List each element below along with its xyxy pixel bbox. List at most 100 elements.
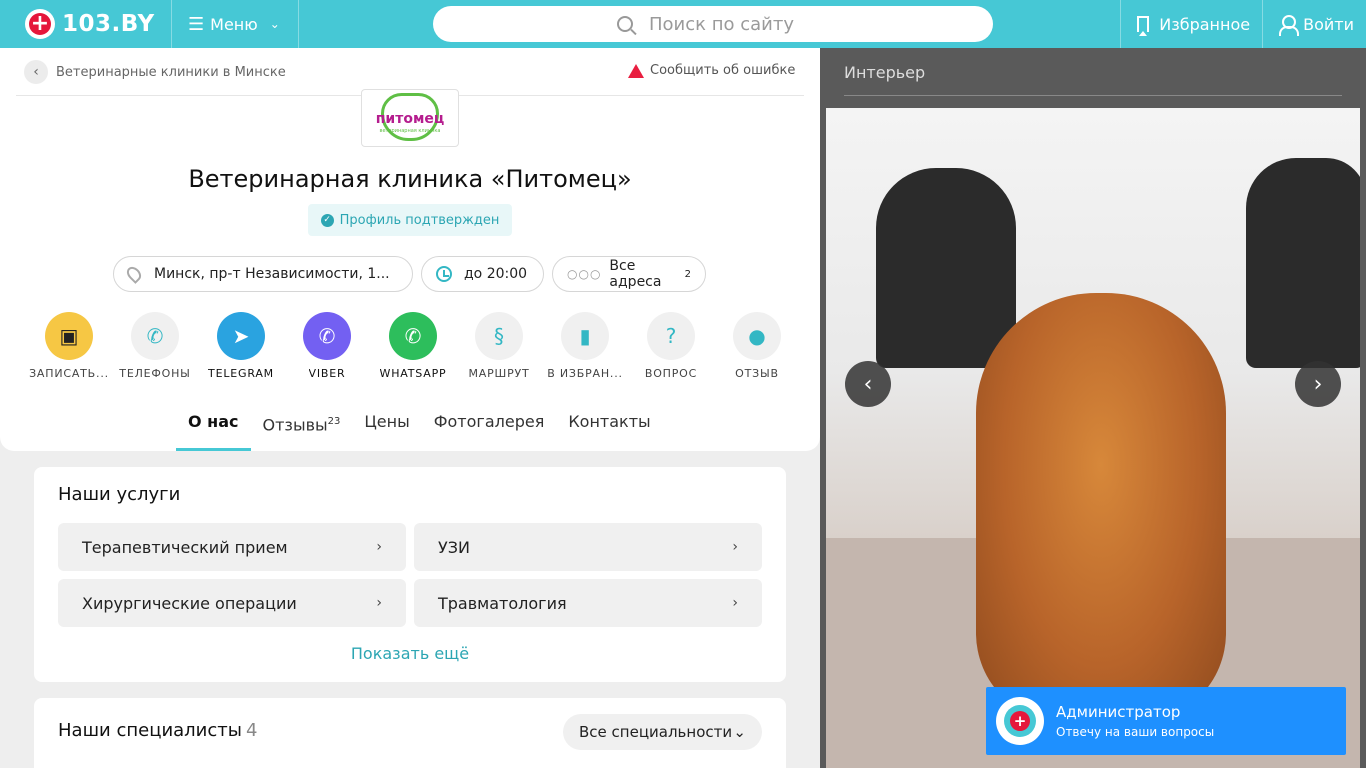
back-arrow-icon[interactable]: ‹ (24, 60, 48, 84)
menu-label: Меню (210, 14, 258, 34)
page-title: Ветеринарная клиника «Питомец» (188, 165, 632, 193)
avatar-ring: + (1004, 705, 1036, 737)
specialty-filter-label: Все специальности (579, 723, 733, 741)
telegram-button[interactable]: ➤ TELEGRAM (198, 312, 284, 380)
comment-icon: ● (733, 312, 781, 360)
menu-button[interactable]: ☰ Меню ⌄ (172, 0, 299, 48)
tab-contacts[interactable]: Контакты (556, 402, 662, 451)
report-error-label: Сообщить об ошибке (650, 63, 796, 78)
action-label: ОТЗЫВ (735, 367, 779, 380)
search-icon (617, 16, 633, 32)
specialists-card: Наши специалисты 4 Все специальности ⌄ (34, 698, 786, 768)
chat-text: Администратор Отвечу на ваши вопросы (1056, 703, 1214, 739)
tab-prices[interactable]: Цены (352, 402, 421, 451)
action-label: МАРШРУТ (468, 367, 530, 380)
header-actions: Избранное Войти (1120, 0, 1366, 48)
route-button[interactable]: § МАРШРУТ (456, 312, 542, 380)
top-header: 103.BY ☰ Меню ⌄ Избранное Войти (0, 0, 1366, 48)
favorites-button[interactable]: Избранное (1120, 0, 1262, 48)
service-item[interactable]: Терапевтический прием › (58, 523, 406, 571)
all-addresses-pill[interactable]: ○○○ Все адреса 2 (552, 256, 706, 292)
user-icon (1279, 15, 1300, 36)
book-appointment-button[interactable]: ▣ ЗАПИСАТЬ... (26, 312, 112, 380)
medical-cross-icon: + (1010, 711, 1030, 731)
tab-reviews[interactable]: Отзывы23 (251, 402, 353, 451)
service-item[interactable]: Травматология › (414, 579, 762, 627)
chevron-down-icon: ⌄ (733, 723, 746, 741)
telegram-icon: ➤ (217, 312, 265, 360)
tab-label: О нас (188, 412, 239, 431)
reviews-count: 23 (327, 416, 341, 427)
service-label: Терапевтический прием (82, 537, 288, 557)
next-photo-button[interactable]: › (1295, 361, 1341, 407)
viber-button[interactable]: ✆ VIBER (284, 312, 370, 380)
bookmark-icon: ▮ (561, 312, 609, 360)
specialty-filter-select[interactable]: Все специальности ⌄ (563, 714, 762, 750)
phones-button[interactable]: ✆ ТЕЛЕФОНЫ (112, 312, 198, 380)
hamburger-icon: ☰ (188, 13, 205, 35)
location-pin-icon (124, 264, 144, 284)
action-label: ТЕЛЕФОНЫ (119, 367, 191, 380)
question-button[interactable]: ? ВОПРОС (628, 312, 714, 380)
clock-icon (436, 266, 452, 282)
show-more-link[interactable]: Показать ещё (34, 644, 786, 663)
whatsapp-icon: ✆ (389, 312, 437, 360)
chevron-right-icon: › (376, 595, 382, 611)
service-label: УЗИ (438, 537, 470, 557)
avatar: + (996, 697, 1044, 745)
site-logo[interactable]: 103.BY (0, 0, 172, 48)
service-item[interactable]: УЗИ › (414, 523, 762, 571)
check-icon: ✓ (320, 213, 334, 227)
chevron-right-icon: › (1313, 371, 1323, 397)
services-card: Наши услуги Терапевтический прием › УЗИ … (34, 467, 786, 682)
phone-icon: ✆ (131, 312, 179, 360)
gallery-photo[interactable] (826, 108, 1360, 768)
specialists-title: Наши специалисты 4 (58, 720, 257, 741)
login-button[interactable]: Войти (1262, 0, 1366, 48)
question-icon: ? (647, 312, 695, 360)
chevron-right-icon: › (732, 595, 738, 611)
search-input[interactable] (649, 13, 809, 35)
hours-pill[interactable]: до 20:00 (421, 256, 544, 292)
action-label: ВОПРОС (644, 367, 698, 380)
tab-label: Контакты (568, 412, 651, 431)
prev-photo-button[interactable]: ‹ (845, 361, 891, 407)
action-buttons: ▣ ЗАПИСАТЬ... ✆ ТЕЛЕФОНЫ ➤ TELEGRAM ✆ VI… (26, 312, 800, 380)
tab-about[interactable]: О нас (176, 402, 251, 451)
clinic-logo-sub: ветеринарная клиника (379, 128, 441, 134)
search-bar[interactable] (433, 6, 993, 42)
gallery-title: Интерьер (844, 63, 926, 82)
info-pills: Минск, пр-т Независимости, 1... до 20:00… (113, 256, 706, 292)
photo-gallery: Интерьер ‹ › (820, 48, 1366, 768)
service-label: Травматология (438, 593, 567, 613)
verified-label: Профиль подтвержден (339, 212, 500, 228)
tab-label: Фотогалерея (433, 412, 545, 431)
clinic-logo-name: питомец (375, 111, 445, 127)
viber-icon: ✆ (303, 312, 351, 360)
tab-label: Отзывы (262, 415, 328, 435)
address-pill[interactable]: Минск, пр-т Независимости, 1... (113, 256, 413, 292)
breadcrumb[interactable]: ‹ Ветеринарные клиники в Минске (24, 60, 286, 84)
chevron-down-icon: ⌄ (269, 17, 280, 31)
whatsapp-button[interactable]: ✆ WHATSAPP (370, 312, 456, 380)
tab-label: Цены (364, 412, 410, 431)
medical-cross-icon (25, 9, 55, 39)
review-button[interactable]: ● ОТЗЫВ (714, 312, 800, 380)
tab-gallery[interactable]: Фотогалерея (422, 402, 557, 451)
cat-silhouette (876, 168, 1016, 368)
breadcrumb-label[interactable]: Ветеринарные клиники в Минске (56, 65, 286, 80)
report-error-link[interactable]: Сообщить об ошибке (628, 63, 795, 78)
specialists-title-text: Наши специалисты (58, 720, 242, 741)
chat-title: Администратор (1056, 703, 1181, 721)
service-item[interactable]: Хирургические операции › (58, 579, 406, 627)
add-to-favorites-button[interactable]: ▮ В ИЗБРАН... (542, 312, 628, 380)
specialists-count: 4 (245, 720, 258, 741)
chevron-right-icon: › (376, 539, 382, 555)
section-tabs: О нас Отзывы23 Цены Фотогалерея Контакты (176, 402, 663, 451)
chevron-left-icon: ‹ (863, 371, 873, 397)
chat-widget[interactable]: + Администратор Отвечу на ваши вопросы (986, 687, 1346, 755)
divider (844, 95, 1342, 96)
favorites-label: Избранное (1159, 14, 1251, 34)
calendar-icon: ▣ (45, 312, 93, 360)
bookmark-icon (1137, 16, 1150, 36)
